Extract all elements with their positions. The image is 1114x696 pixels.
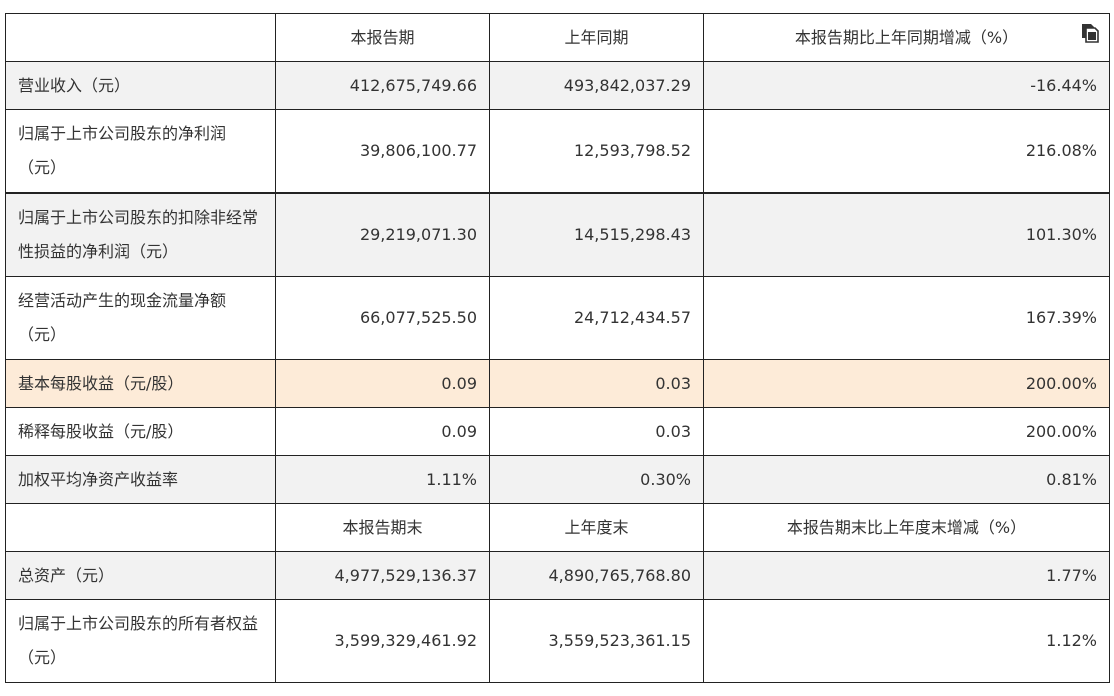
table-row: 归属于上市公司股东的扣除非经常性损益的净利润（元） 29,219,071.30 … [5,192,1110,277]
row-current-value: 29,219,071.30 [275,192,490,277]
row-label: 归属于上市公司股东的扣除非经常性损益的净利润（元） [5,192,276,277]
row-label: 基本每股收益（元/股） [5,359,276,408]
row-current-value: 4,977,529,136.37 [275,551,490,600]
row-prior-value: 0.30% [489,455,704,504]
table-row: 总资产（元） 4,977,529,136.37 4,890,765,768.80… [5,551,1110,600]
row-label: 加权平均净资产收益率 [5,455,276,504]
row-change-value: 101.30% [703,192,1110,277]
row-change-value: 200.00% [703,407,1110,456]
header-change-percent-label: 本报告期比上年同期增减（%） [794,27,1019,47]
row-prior-value: 24,712,434.57 [489,276,704,360]
row-label: 归属于上市公司股东的所有者权益（元） [5,599,276,683]
row-prior-value: 12,593,798.52 [489,109,704,194]
row-current-value: 412,675,749.66 [275,61,490,110]
header-prior-period: 上年同期 [489,13,704,62]
row-prior-value: 493,842,037.29 [489,61,704,110]
row-prior-value: 14,515,298.43 [489,192,704,277]
row-prior-value: 0.03 [489,407,704,456]
header-period-end-change-percent: 本报告期末比上年度末增减（%） [703,503,1110,552]
row-change-value: 200.00% [703,359,1110,408]
row-prior-value: 3,559,523,361.15 [489,599,704,683]
row-current-value: 39,806,100.77 [275,109,490,194]
row-change-value: -16.44% [703,61,1110,110]
row-label: 稀释每股收益（元/股） [5,407,276,456]
row-label: 归属于上市公司股东的净利润（元） [5,109,276,194]
row-prior-value: 4,890,765,768.80 [489,551,704,600]
row-change-value: 1.77% [703,551,1110,600]
row-change-value: 167.39% [703,276,1110,360]
row-change-value: 0.81% [703,455,1110,504]
header-row: 本报告期 上年同期 本报告期比上年同期增减（%） [5,13,1110,62]
table-row: 营业收入（元） 412,675,749.66 493,842,037.29 -1… [5,61,1110,110]
row-current-value: 0.09 [275,359,490,408]
row-current-value: 0.09 [275,407,490,456]
row-label: 营业收入（元） [5,61,276,110]
row-label: 经营活动产生的现金流量净额（元） [5,276,276,360]
row-current-value: 1.11% [275,455,490,504]
table-row-highlighted: 基本每股收益（元/股） 0.09 0.03 200.00% [5,359,1110,408]
header2-blank-cell [5,503,276,552]
row-label: 总资产（元） [5,551,276,600]
table-row: 归属于上市公司股东的所有者权益（元） 3,599,329,461.92 3,55… [5,599,1110,683]
row-current-value: 3,599,329,461.92 [275,599,490,683]
table-row: 稀释每股收益（元/股） 0.09 0.03 200.00% [5,407,1110,456]
row-change-value: 1.12% [703,599,1110,683]
header-change-percent: 本报告期比上年同期增减（%） [703,13,1110,62]
table-row: 经营活动产生的现金流量净额（元） 66,077,525.50 24,712,43… [5,276,1110,360]
header-current-period: 本报告期 [275,13,490,62]
table-row: 归属于上市公司股东的净利润（元） 39,806,100.77 12,593,79… [5,109,1110,194]
header-blank-cell [5,13,276,62]
row-current-value: 66,077,525.50 [275,276,490,360]
table-row: 加权平均净资产收益率 1.11% 0.30% 0.81% [5,455,1110,504]
row-prior-value: 0.03 [489,359,704,408]
header-prior-year-end: 上年度末 [489,503,704,552]
header-row-period-end: 本报告期末 上年度末 本报告期末比上年度末增减（%） [5,503,1110,552]
header-period-end: 本报告期末 [275,503,490,552]
row-change-value: 216.08% [703,109,1110,194]
financial-summary-table: 本报告期 上年同期 本报告期比上年同期增减（%） 营业收入（元） 412,675… [5,13,1110,683]
financial-summary-table-wrapper: 本报告期 上年同期 本报告期比上年同期增减（%） 营业收入（元） 412,675… [5,13,1110,683]
copy-icon[interactable] [1079,22,1101,44]
